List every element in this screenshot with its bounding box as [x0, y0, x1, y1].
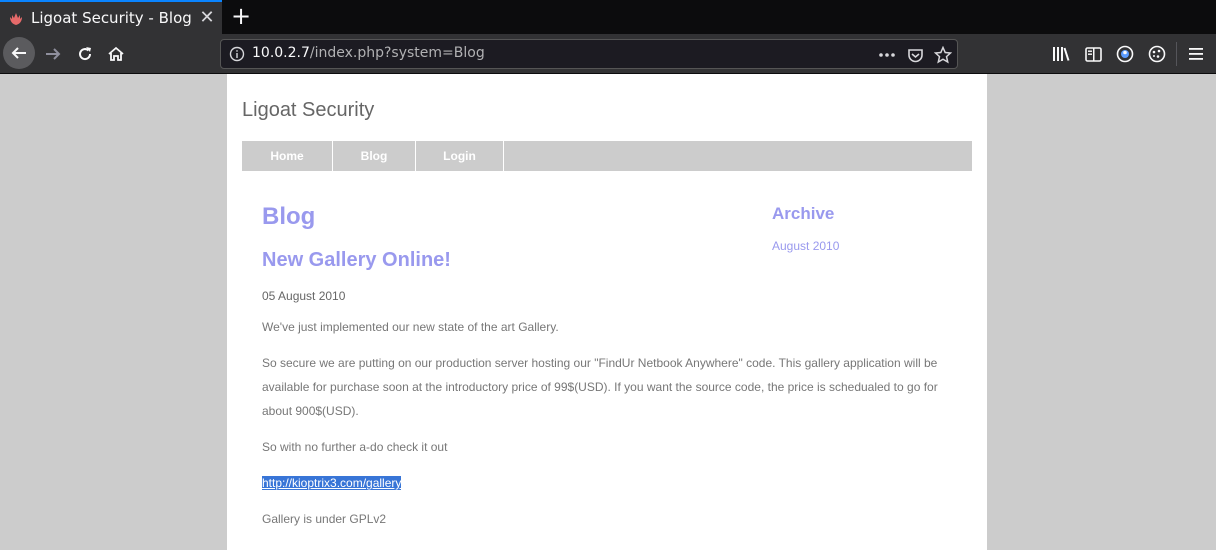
gallery-link[interactable]: http://kioptrix3.com/gallery	[262, 476, 402, 490]
info-icon[interactable]	[229, 46, 245, 62]
close-tab-icon[interactable]: ✕	[197, 8, 217, 28]
post-paragraph-license: Gallery is under GPLv2	[262, 512, 387, 526]
post-paragraph-check-it-out: So with no further a-do check it out	[262, 440, 448, 454]
forward-arrow-icon[interactable]	[38, 39, 68, 69]
tab-title: Ligoat Security - Blog	[31, 9, 192, 27]
library-icon[interactable]	[1051, 44, 1071, 64]
url-host: 10.0.2.7	[252, 45, 310, 61]
post-paragraph-intro: We've just implemented our new state of …	[262, 320, 559, 334]
post-title: New Gallery Online!	[262, 249, 451, 271]
new-tab-icon[interactable]: +	[229, 4, 253, 28]
toolbar-separator	[1176, 42, 1177, 66]
url-text: 10.0.2.7/index.php?system=Blog	[252, 45, 485, 61]
home-icon[interactable]	[101, 39, 131, 69]
sidebar-icon[interactable]	[1083, 44, 1103, 64]
more-icon[interactable]	[877, 45, 897, 65]
site-nav-menu: Home Blog Login	[242, 141, 972, 171]
url-path: /index.php?system=Blog	[309, 45, 485, 61]
nav-item-login[interactable]: Login	[416, 141, 504, 171]
post-paragraph-details: So secure we are putting on our producti…	[262, 356, 938, 418]
back-arrow-icon[interactable]	[3, 37, 35, 69]
star-icon[interactable]	[933, 45, 953, 65]
site-favicon-icon	[8, 11, 24, 27]
post-date: 05 August 2010	[262, 289, 346, 303]
hamburger-menu-icon[interactable]	[1186, 44, 1206, 64]
tab-active[interactable]: Ligoat Security - Blog ✕	[0, 0, 222, 34]
tab-bar: Ligoat Security - Blog ✕ +	[0, 0, 1216, 34]
cookie-icon[interactable]	[1147, 44, 1167, 64]
archive-item-august-2010[interactable]: August 2010	[772, 239, 839, 253]
blog-heading: Blog	[262, 203, 316, 230]
post-link-paragraph: http://kioptrix3.com/gallery	[262, 471, 962, 495]
nav-item-blog[interactable]: Blog	[333, 141, 416, 171]
account-icon[interactable]	[1115, 44, 1135, 64]
reload-icon[interactable]	[70, 39, 100, 69]
navigation-toolbar: 10.0.2.7/index.php?system=Blog	[0, 34, 1216, 74]
nav-item-home[interactable]: Home	[242, 141, 333, 171]
page-container: Ligoat Security Home Blog Login Blog New…	[227, 74, 987, 550]
site-title: Ligoat Security	[242, 99, 375, 121]
archive-heading: Archive	[772, 204, 835, 223]
address-bar[interactable]: 10.0.2.7/index.php?system=Blog	[220, 39, 958, 69]
pocket-icon[interactable]	[905, 45, 925, 65]
